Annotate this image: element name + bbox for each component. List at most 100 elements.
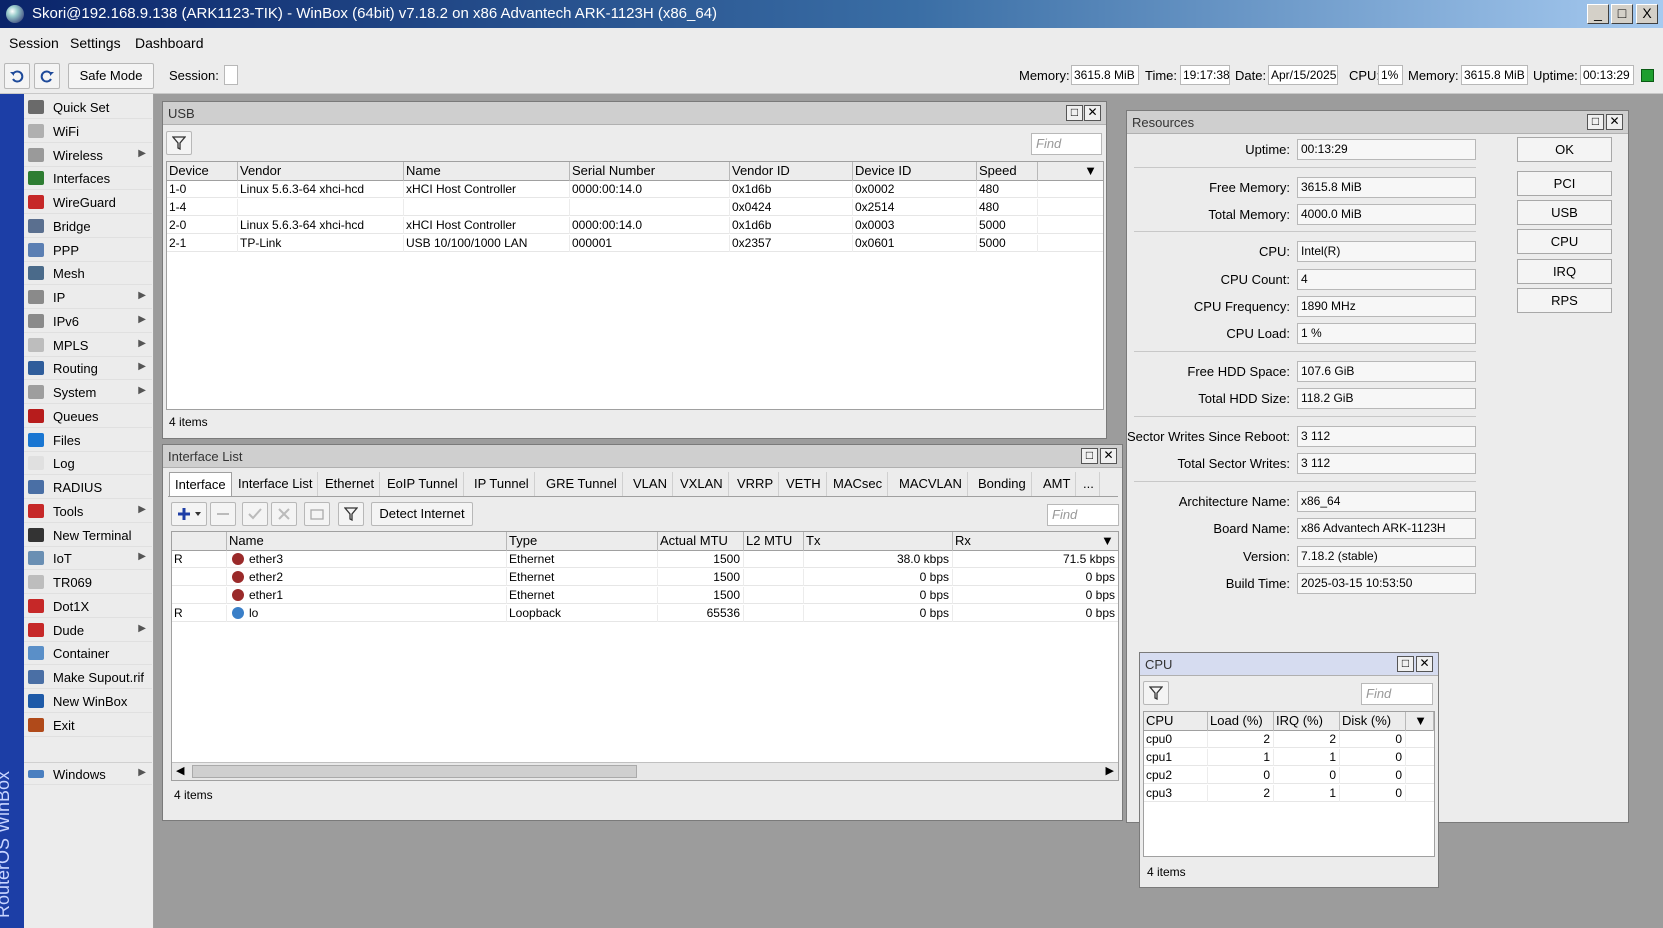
iface-col-header[interactable]: Actual MTU bbox=[658, 532, 744, 551]
usb-col-header[interactable]: Name bbox=[404, 162, 570, 181]
table-row[interactable]: Rether3 Ethernet 1500 38.0 kbps 71.5 kbps bbox=[172, 551, 1118, 568]
iface-col-header[interactable]: Tx bbox=[804, 532, 953, 551]
iface-col-header[interactable]: Name bbox=[227, 532, 507, 551]
usb-title-bar[interactable]: USB □ ✕ bbox=[163, 102, 1106, 125]
iface-col-header[interactable]: Type bbox=[507, 532, 658, 551]
cpu-col-header[interactable]: CPU bbox=[1144, 712, 1208, 731]
pci-button[interactable]: PCI bbox=[1517, 171, 1612, 196]
tab-ethernet[interactable]: Ethernet bbox=[320, 472, 381, 497]
add-button[interactable] bbox=[171, 502, 207, 526]
cpu-close-button[interactable]: ✕ bbox=[1416, 656, 1433, 672]
cpu-title-bar[interactable]: CPU □ ✕ bbox=[1140, 653, 1438, 676]
sidebar-item-windows[interactable]: Windows ▶ bbox=[24, 762, 152, 785]
tab-interface-list[interactable]: Interface List bbox=[233, 472, 319, 497]
sidebar-item-tools[interactable]: Tools ▶ bbox=[24, 500, 152, 523]
sidebar-item-mpls[interactable]: MPLS ▶ bbox=[24, 334, 152, 357]
tab-vlan[interactable]: VLAN bbox=[628, 472, 673, 497]
iface-col-header[interactable]: Rx bbox=[953, 532, 1118, 551]
sidebar-item-queues[interactable]: Queues bbox=[24, 405, 152, 428]
tab-amt[interactable]: AMT bbox=[1038, 472, 1077, 497]
scrollbar-thumb[interactable] bbox=[192, 765, 637, 778]
sidebar-item-ipv6[interactable]: IPv6 ▶ bbox=[24, 310, 152, 333]
comment-button[interactable] bbox=[304, 502, 330, 526]
usb-col-header[interactable]: Vendor bbox=[238, 162, 404, 181]
usb-find-input[interactable]: Find bbox=[1031, 133, 1102, 155]
column-menu-icon[interactable]: ▼ bbox=[1038, 162, 1103, 181]
tab-vrrp[interactable]: VRRP bbox=[732, 472, 780, 497]
enable-button[interactable] bbox=[242, 502, 268, 526]
sidebar-item-exit[interactable]: Exit bbox=[24, 714, 152, 737]
scroll-right-icon[interactable]: ▶ bbox=[1106, 764, 1114, 777]
scroll-left-icon[interactable]: ◀ bbox=[176, 764, 184, 777]
cpu-filter-button[interactable] bbox=[1143, 681, 1169, 705]
minimize-button[interactable]: _ bbox=[1587, 4, 1609, 24]
usb-col-header[interactable]: Serial Number bbox=[570, 162, 730, 181]
tab-more[interactable]: ... bbox=[1078, 472, 1100, 497]
column-menu-icon[interactable]: ▼ bbox=[1099, 532, 1118, 551]
sidebar-item-bridge[interactable]: Bridge bbox=[24, 215, 152, 238]
sidebar-item-radius[interactable]: RADIUS bbox=[24, 476, 152, 499]
tab-ip-tunnel[interactable]: IP Tunnel bbox=[469, 472, 535, 497]
tab-gre-tunnel[interactable]: GRE Tunnel bbox=[541, 472, 623, 497]
sidebar-item-new-terminal[interactable]: New Terminal bbox=[24, 524, 152, 547]
tab-interface[interactable]: Interface bbox=[169, 472, 232, 497]
irq-button[interactable]: IRQ bbox=[1517, 259, 1612, 284]
horizontal-scrollbar[interactable]: ◀ ▶ bbox=[172, 762, 1118, 780]
table-row[interactable]: ether1 Ethernet 1500 0 bps 0 bps bbox=[172, 587, 1118, 604]
table-row[interactable]: cpu1 1 1 0 bbox=[1144, 749, 1434, 766]
rps-button[interactable]: RPS bbox=[1517, 288, 1612, 313]
tab-eoip-tunnel[interactable]: EoIP Tunnel bbox=[382, 472, 464, 497]
iface-col-header[interactable] bbox=[172, 532, 227, 551]
table-row[interactable]: cpu2 0 0 0 bbox=[1144, 767, 1434, 784]
undo-button[interactable] bbox=[4, 63, 30, 89]
usb-filter-button[interactable] bbox=[166, 131, 192, 155]
iface-filter-button[interactable] bbox=[338, 502, 364, 526]
sidebar-item-wireless[interactable]: Wireless ▶ bbox=[24, 144, 152, 167]
usb-col-header[interactable]: Vendor ID bbox=[730, 162, 853, 181]
cpu-maximize-button[interactable]: □ bbox=[1397, 656, 1414, 672]
close-button[interactable]: X bbox=[1636, 4, 1658, 24]
sidebar-item-tr069[interactable]: TR069 bbox=[24, 571, 152, 594]
menu-settings[interactable]: Settings bbox=[70, 35, 121, 51]
tab-macvlan[interactable]: MACVLAN bbox=[894, 472, 968, 497]
usb-maximize-button[interactable]: □ bbox=[1066, 105, 1083, 121]
detect-internet-button[interactable]: Detect Internet bbox=[371, 502, 473, 526]
table-row[interactable]: cpu0 2 2 0 bbox=[1144, 731, 1434, 748]
usb-col-header[interactable]: Speed bbox=[977, 162, 1038, 181]
sidebar-item-dot1x[interactable]: Dot1X bbox=[24, 595, 152, 618]
tab-bonding[interactable]: Bonding bbox=[973, 472, 1032, 497]
sidebar-item-new-winbox[interactable]: New WinBox bbox=[24, 690, 152, 713]
iface-close-button[interactable]: ✕ bbox=[1100, 448, 1117, 464]
usb-col-header[interactable]: Device ID bbox=[853, 162, 977, 181]
sidebar-item-make-supout-rif[interactable]: Make Supout.rif bbox=[24, 666, 152, 689]
table-row[interactable]: ether2 Ethernet 1500 0 bps 0 bps bbox=[172, 569, 1118, 586]
sidebar-item-routing[interactable]: Routing ▶ bbox=[24, 357, 152, 381]
cpu-col-header[interactable]: IRQ (%) bbox=[1274, 712, 1340, 731]
usb-col-header[interactable]: Device bbox=[167, 162, 238, 181]
iface-maximize-button[interactable]: □ bbox=[1081, 448, 1098, 464]
iface-title-bar[interactable]: Interface List □ ✕ bbox=[163, 445, 1122, 468]
session-field[interactable] bbox=[224, 65, 238, 85]
disable-button[interactable] bbox=[271, 502, 297, 526]
table-row[interactable]: 1-4 0x0424 0x2514 480 bbox=[167, 199, 1103, 216]
tab-vxlan[interactable]: VXLAN bbox=[675, 472, 729, 497]
column-menu-icon[interactable]: ▼ bbox=[1406, 712, 1434, 731]
table-row[interactable]: 1-0 Linux 5.6.3-64 xhci-hcd xHCI Host Cont… bbox=[167, 181, 1103, 198]
maximize-button[interactable]: □ bbox=[1611, 4, 1633, 24]
table-row[interactable]: cpu3 2 1 0 bbox=[1144, 785, 1434, 802]
cpu-button[interactable]: CPU bbox=[1517, 229, 1612, 254]
sidebar-item-container[interactable]: Container bbox=[24, 642, 152, 666]
menu-session[interactable]: Session bbox=[9, 35, 59, 51]
sidebar-item-wireguard[interactable]: WireGuard bbox=[24, 191, 152, 214]
sidebar-item-log[interactable]: Log bbox=[24, 452, 152, 476]
sidebar-item-mesh[interactable]: Mesh bbox=[24, 262, 152, 286]
tab-veth[interactable]: VETH bbox=[781, 472, 827, 497]
iface-col-header[interactable]: L2 MTU bbox=[744, 532, 804, 551]
safe-mode-button[interactable]: Safe Mode bbox=[68, 63, 154, 89]
sidebar-item-interfaces[interactable]: Interfaces bbox=[24, 167, 152, 191]
sidebar-item-ip[interactable]: IP ▶ bbox=[24, 286, 152, 309]
redo-button[interactable] bbox=[34, 63, 60, 89]
cpu-col-header[interactable]: Disk (%) bbox=[1340, 712, 1406, 731]
menu-dashboard[interactable]: Dashboard bbox=[135, 35, 204, 51]
table-row[interactable]: 2-0 Linux 5.6.3-64 xhci-hcd xHCI Host Cont… bbox=[167, 217, 1103, 234]
